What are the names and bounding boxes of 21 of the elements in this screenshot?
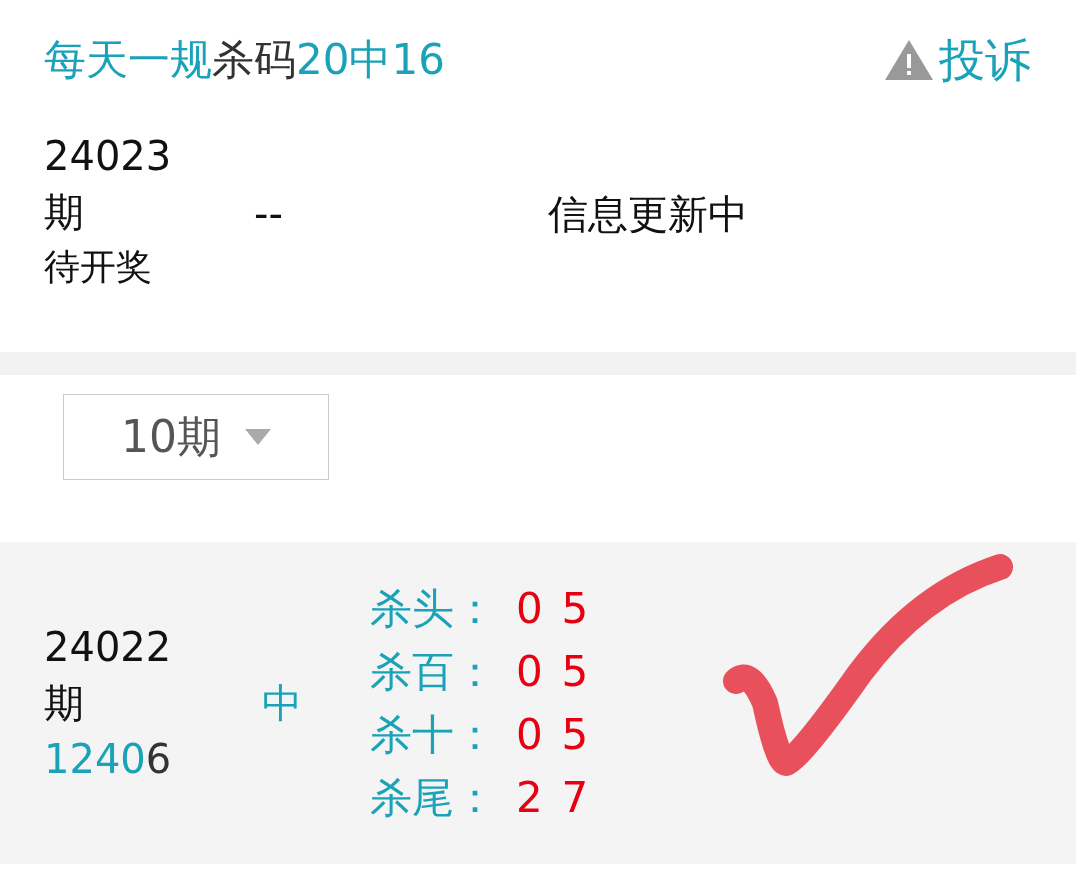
draw-result: -- [254, 190, 284, 239]
kill-value: 05 [516, 583, 608, 635]
caret-icon [245, 429, 271, 445]
update-message: 信息更新中 [548, 190, 748, 239]
draw-status: 待开奖 [44, 245, 153, 289]
outcome-label: 中 [262, 679, 303, 728]
period-number: 24022 [44, 623, 173, 672]
kill-label: 杀尾： [370, 772, 496, 824]
draw-number: 12406 [44, 735, 173, 784]
kill-label: 杀头： [370, 583, 496, 635]
kill-label: 杀百： [370, 646, 496, 698]
kill-value: 27 [516, 772, 608, 824]
period-number: 24023 [44, 132, 173, 181]
kill-value: 05 [516, 646, 608, 698]
kill-label: 杀十： [370, 709, 496, 761]
page-title: 每天一规杀码20中16 [44, 39, 445, 81]
period-label: 期 [44, 188, 85, 237]
warning-icon [883, 38, 935, 82]
period-dropdown[interactable]: 10期 [63, 394, 329, 480]
kill-value: 05 [516, 709, 608, 761]
period-label: 期 [44, 679, 85, 728]
